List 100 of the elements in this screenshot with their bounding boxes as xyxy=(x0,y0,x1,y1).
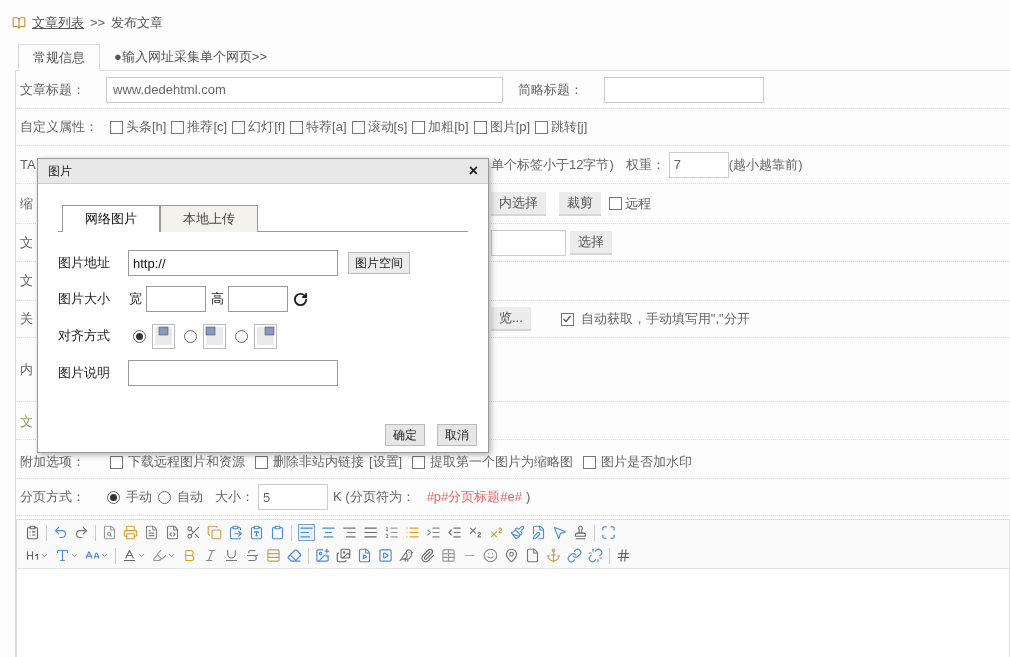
thumbnail-button[interactable]: 内选择 xyxy=(491,191,546,216)
font-family-icon[interactable] xyxy=(55,548,79,563)
heading-icon[interactable] xyxy=(25,548,49,563)
font-color-icon[interactable] xyxy=(122,548,146,563)
align-justify-icon[interactable] xyxy=(363,525,378,540)
radio-button[interactable] xyxy=(184,329,197,343)
table-icon[interactable] xyxy=(441,548,456,563)
width-input[interactable] xyxy=(146,286,206,312)
flash-icon[interactable] xyxy=(357,548,372,563)
source-icon[interactable] xyxy=(25,525,40,540)
field-label: 对齐方式 xyxy=(58,327,111,346)
tab[interactable]: 常规信息 xyxy=(18,44,100,71)
anchor-icon[interactable] xyxy=(546,548,561,563)
paste-icon[interactable] xyxy=(228,525,243,540)
lines-icon[interactable] xyxy=(266,548,281,563)
brush-icon[interactable] xyxy=(510,525,525,540)
select-button[interactable]: 选择 xyxy=(570,230,612,255)
checkbox[interactable] xyxy=(351,120,365,134)
video-icon[interactable] xyxy=(378,548,393,563)
align-right-icon[interactable] xyxy=(342,525,357,540)
outdent-icon[interactable] xyxy=(447,525,462,540)
dialog-tab[interactable]: 网络图片 xyxy=(62,205,160,232)
paste-word-icon[interactable] xyxy=(270,525,285,540)
code-icon[interactable] xyxy=(165,525,180,540)
checkbox[interactable] xyxy=(412,120,426,134)
preview-icon[interactable] xyxy=(102,525,117,540)
underline-icon[interactable] xyxy=(224,548,239,563)
checkbox[interactable] xyxy=(255,455,268,469)
fullscreen-icon[interactable] xyxy=(601,525,616,540)
undo-icon[interactable] xyxy=(53,525,68,540)
edit-doc-icon[interactable] xyxy=(531,525,546,540)
indent-icon[interactable] xyxy=(426,525,441,540)
dialog-button[interactable]: 取消 xyxy=(437,424,477,446)
checkbox[interactable] xyxy=(473,120,487,134)
align-thumbnail-icon[interactable] xyxy=(152,323,175,349)
url-input[interactable]: http:// xyxy=(128,250,338,276)
cut-icon[interactable] xyxy=(186,525,201,540)
checkbox[interactable] xyxy=(232,120,246,134)
checkbox[interactable] xyxy=(110,120,123,134)
short-title-input[interactable] xyxy=(604,76,764,103)
bold-icon[interactable] xyxy=(182,548,197,563)
page-marker-icon[interactable] xyxy=(616,548,631,563)
height-input[interactable] xyxy=(228,286,288,312)
field-label: 图片地址 xyxy=(58,254,111,273)
checkbox[interactable] xyxy=(171,120,185,134)
images-icon[interactable] xyxy=(336,548,351,563)
paste-text-icon[interactable] xyxy=(249,525,264,540)
align-thumbnail-icon[interactable] xyxy=(203,323,226,349)
italic-icon[interactable] xyxy=(203,548,218,563)
checkbox[interactable] xyxy=(535,120,549,134)
image-insert-icon[interactable] xyxy=(315,548,330,563)
weight-input[interactable]: 7 xyxy=(668,151,729,178)
print-icon[interactable] xyxy=(123,525,138,540)
refresh-icon[interactable] xyxy=(293,291,308,307)
tab[interactable]: ●输入网址采集单个网页>> xyxy=(100,43,282,70)
breadcrumb-link[interactable]: 文章列表 xyxy=(32,13,84,33)
radio-button[interactable] xyxy=(158,490,171,504)
title-input[interactable]: www.dedehtml.com xyxy=(106,76,503,103)
checkbox[interactable] xyxy=(609,197,622,210)
radio-button[interactable] xyxy=(107,490,120,504)
close-button[interactable]: × xyxy=(468,163,478,179)
dialog-tab[interactable]: 本地上传 xyxy=(160,205,258,232)
align-thumbnail-icon[interactable] xyxy=(254,323,277,349)
breadcrumb-current: 发布文章 xyxy=(111,14,164,33)
unlink-icon[interactable] xyxy=(588,548,603,563)
map-icon[interactable] xyxy=(504,548,519,563)
page-break-icon[interactable] xyxy=(525,548,540,563)
copy-icon[interactable] xyxy=(207,525,222,540)
browse-button[interactable]: 览... xyxy=(491,307,531,331)
checkbox[interactable] xyxy=(560,312,574,326)
size-input[interactable]: 5 xyxy=(258,484,328,510)
stamp-icon[interactable] xyxy=(573,525,588,540)
radio-button[interactable] xyxy=(133,329,146,343)
caption-input[interactable] xyxy=(128,360,338,386)
bullet-list-icon[interactable] xyxy=(405,525,420,540)
checkbox[interactable] xyxy=(110,455,123,469)
strikethrough-icon[interactable] xyxy=(245,548,260,563)
align-center-icon[interactable] xyxy=(321,525,336,540)
checkbox[interactable] xyxy=(583,455,597,469)
link-icon[interactable] xyxy=(567,548,582,563)
emoji-icon[interactable] xyxy=(483,548,498,563)
source-input[interactable] xyxy=(491,229,566,256)
superscript-icon[interactable] xyxy=(489,525,504,540)
subscript-icon[interactable] xyxy=(468,525,483,540)
settings-link[interactable]: [设置] xyxy=(369,452,403,472)
align-left-icon[interactable] xyxy=(298,524,315,541)
thumbnail-button[interactable]: 裁剪 xyxy=(559,191,601,216)
pointer-icon[interactable] xyxy=(552,525,567,540)
eraser-icon[interactable] xyxy=(287,548,302,563)
image-space-button[interactable]: 图片空间 xyxy=(348,252,410,274)
radio-button[interactable] xyxy=(235,329,248,343)
dialog-button[interactable]: 确定 xyxy=(385,424,425,446)
highlight-icon[interactable] xyxy=(152,548,176,563)
attachment-icon[interactable] xyxy=(420,548,435,563)
template-icon[interactable] xyxy=(144,525,159,540)
field-label: 关 xyxy=(20,310,33,329)
checkbox[interactable] xyxy=(290,120,304,134)
redo-icon[interactable] xyxy=(74,525,89,540)
ordered-list-icon[interactable] xyxy=(384,525,399,540)
checkbox[interactable] xyxy=(412,455,426,469)
